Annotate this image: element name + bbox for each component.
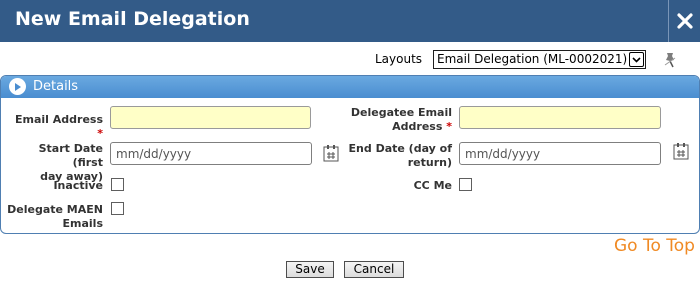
dialog-title-bar: New Email Delegation: [0, 0, 700, 42]
email-address-label: Email Address *: [14, 113, 103, 140]
layout-select-value: Email Delegation (ML-0002021): [437, 52, 628, 66]
inactive-checkbox[interactable]: [111, 178, 124, 191]
email-address-input[interactable]: [110, 106, 311, 129]
dialog-title: New Email Delegation: [15, 8, 250, 30]
inactive-label: Inactive: [53, 179, 103, 192]
delegatee-email-input[interactable]: [459, 106, 661, 129]
close-button[interactable]: [668, 0, 700, 42]
go-to-top-link[interactable]: Go To Top: [614, 236, 695, 256]
required-mark: *: [446, 120, 452, 133]
cc-me-label: CC Me: [413, 179, 452, 192]
calendar-icon[interactable]: [323, 144, 339, 162]
start-date-label: Start Date (first day away): [38, 142, 103, 183]
required-mark: *: [97, 127, 103, 140]
expand-toggle-icon: [9, 78, 26, 95]
chevron-down-icon: [629, 52, 644, 67]
calendar-icon[interactable]: [673, 142, 689, 160]
layouts-label: Layouts: [375, 52, 423, 66]
delegatee-email-label: Delegatee Email Address *: [350, 106, 452, 133]
layout-select[interactable]: Email Delegation (ML-0002021): [433, 50, 646, 69]
pin-icon[interactable]: [660, 50, 680, 70]
end-date-label: End Date (day of return): [348, 142, 452, 169]
cancel-button[interactable]: Cancel: [344, 261, 404, 278]
delegate-maen-checkbox[interactable]: [111, 202, 124, 215]
save-button[interactable]: Save: [286, 261, 334, 278]
start-date-input[interactable]: mm/dd/yyyy: [110, 142, 312, 165]
details-section-title: Details: [33, 79, 79, 94]
delegate-maen-label: Delegate MAEN Emails: [7, 203, 103, 230]
details-panel: Details Email Address * Delegatee Email …: [0, 75, 700, 234]
details-section-header[interactable]: Details: [1, 76, 699, 98]
cc-me-checkbox[interactable]: [459, 178, 472, 191]
close-icon: [676, 13, 693, 29]
end-date-input[interactable]: mm/dd/yyyy: [459, 142, 661, 165]
